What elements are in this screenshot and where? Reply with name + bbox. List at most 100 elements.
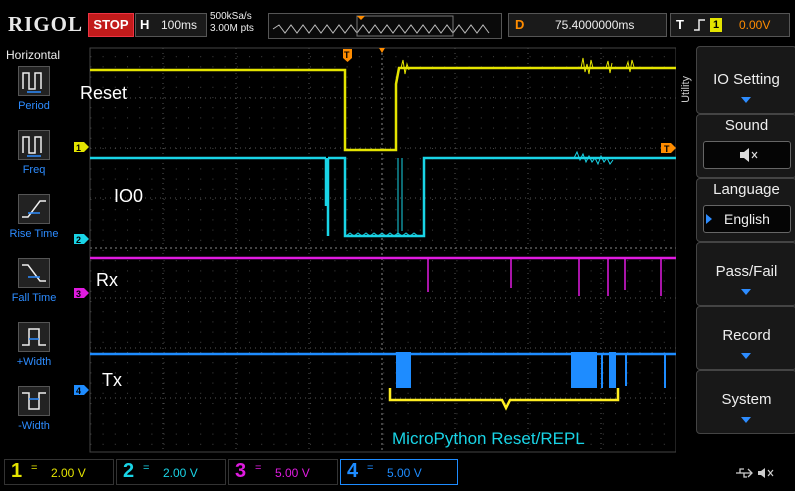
measure-rise-time[interactable]: Rise Time — [8, 192, 66, 250]
waveform-canvas: T 1 2 3 4 T Reset IO0 Rx Tx MicroPython … — [74, 47, 676, 453]
ch2-coupling-icon: = — [143, 462, 150, 474]
ch4-coupling-icon: = — [367, 462, 374, 474]
ch4-number: 4 — [347, 460, 359, 482]
timebase-box[interactable]: H 100ms — [135, 13, 207, 37]
svg-text:T: T — [664, 144, 670, 154]
usb-icon — [736, 468, 753, 478]
memory-position-bar[interactable] — [268, 13, 502, 39]
measure-period[interactable]: Period — [8, 64, 66, 122]
ch1-marker-icon: 1 — [74, 142, 89, 153]
ch2-number: 2 — [123, 460, 135, 482]
ch1-trace-label: Reset — [80, 83, 127, 103]
delay-label: D — [515, 17, 525, 32]
ch3-coupling-icon: = — [255, 462, 262, 474]
pos-width-icon — [18, 322, 50, 352]
ch3-number: 3 — [235, 460, 247, 482]
measure-freq[interactable]: Freq — [8, 128, 66, 186]
language-title: Language — [713, 181, 780, 198]
system-button[interactable]: System — [696, 370, 795, 434]
speaker-muted-icon — [740, 148, 758, 162]
utility-menu-panel: Utility IO Setting Sound Language Englis… — [680, 46, 795, 456]
pass-fail-label: Pass/Fail — [715, 263, 778, 280]
ch4-burst-1 — [396, 352, 411, 388]
ch3-status[interactable]: 3 = 5.00 V — [228, 459, 338, 485]
ch3-trace-label: Rx — [96, 270, 118, 290]
memory-waveform-overview — [272, 15, 490, 37]
trigger-time-marker-label: T — [344, 50, 350, 60]
neg-width-icon — [18, 386, 50, 416]
measure-neg-width-label: -Width — [18, 420, 50, 432]
graticule-dots — [90, 48, 676, 452]
svg-text:2: 2 — [76, 235, 81, 245]
ch2-marker-icon: 2 — [74, 234, 89, 245]
delay-value: 75.4000000ms — [555, 18, 635, 32]
record-label: Record — [722, 327, 771, 344]
svg-text:3: 3 — [76, 289, 81, 299]
chevron-down-icon — [741, 97, 751, 103]
ch2-trace-label: IO0 — [114, 186, 143, 206]
chevron-down-icon — [741, 353, 751, 359]
trigger-box[interactable]: T 1 0.00V — [670, 13, 790, 37]
ch4-marker-icon: 4 — [74, 385, 89, 396]
ch1-status[interactable]: 1 = 2.00 V — [4, 459, 114, 485]
ch1-coupling-icon: = — [31, 462, 38, 474]
utility-title: Utility — [680, 76, 692, 103]
measure-pos-width-label: +Width — [16, 356, 52, 368]
io-setting-label: IO Setting — [713, 71, 780, 88]
annotation-text: MicroPython Reset/REPL — [392, 429, 585, 448]
measure-fall-time-label: Fall Time — [11, 292, 57, 304]
svg-text:1: 1 — [76, 143, 81, 153]
timebase-value: 100ms — [161, 18, 198, 32]
delay-box[interactable]: D 75.4000000ms — [508, 13, 667, 37]
ch4-trace-label: Tx — [102, 370, 122, 390]
run-stop-indicator[interactable]: STOP — [88, 13, 134, 37]
pass-fail-button[interactable]: Pass/Fail — [696, 242, 795, 306]
measure-rise-time-label: Rise Time — [9, 228, 59, 240]
channel-status-bar: 1 = 2.00 V 2 = 2.00 V 3 = 5.00 V 4 = 5.0… — [0, 456, 795, 491]
ch3-marker-icon: 3 — [74, 288, 89, 299]
fall-time-icon — [18, 258, 50, 288]
waveform-display[interactable]: T 1 2 3 4 T Reset IO0 Rx Tx MicroPython … — [66, 46, 676, 456]
ch2-scale: 2.00 V — [163, 466, 198, 480]
trigger-level: 0.00V — [739, 18, 771, 32]
trigger-source: 1 — [710, 18, 722, 32]
ch1-number: 1 — [11, 460, 23, 482]
sound-button[interactable]: Sound — [696, 114, 795, 178]
speaker-muted-icon — [758, 468, 774, 478]
system-label: System — [721, 391, 772, 408]
horizontal-measure-panel: Horizontal Period Freq Rise Time Fall Ti… — [0, 46, 66, 456]
record-button[interactable]: Record — [696, 306, 795, 370]
ch4-burst-3 — [609, 352, 616, 388]
memory-depth: 3.00M pts — [210, 23, 254, 34]
language-button[interactable]: Language English — [696, 178, 795, 242]
ch4-status[interactable]: 4 = 5.00 V — [340, 459, 458, 485]
ch4-burst-2 — [571, 352, 597, 388]
svg-text:4: 4 — [76, 386, 81, 396]
ch4-scale: 5.00 V — [387, 466, 422, 480]
ch3-scale: 5.00 V — [275, 466, 310, 480]
rising-edge-icon — [694, 19, 705, 31]
measure-fall-time[interactable]: Fall Time — [8, 256, 66, 314]
language-select[interactable]: English — [703, 205, 791, 233]
language-value: English — [724, 211, 770, 227]
period-icon — [18, 66, 50, 96]
sample-rate: 500kSa/s — [210, 11, 252, 22]
timebase-label: H — [140, 17, 150, 32]
measure-neg-width[interactable]: -Width — [8, 384, 66, 442]
sound-title: Sound — [724, 117, 769, 134]
status-icons — [734, 465, 778, 484]
measure-freq-label: Freq — [22, 164, 46, 176]
chevron-down-icon — [741, 417, 751, 423]
chevron-down-icon — [741, 289, 751, 295]
rise-time-icon — [18, 194, 50, 224]
trigger-position-marker-icon — [357, 16, 365, 20]
measure-period-label: Period — [18, 100, 50, 112]
horizontal-title: Horizontal — [6, 48, 61, 62]
sound-toggle[interactable] — [703, 141, 791, 169]
ch2-status[interactable]: 2 = 2.00 V — [116, 459, 226, 485]
top-status-bar: RIGOL STOP H 100ms 500kSa/s 3.00M pts D … — [0, 0, 795, 46]
brand-logo: RIGOL — [8, 12, 84, 36]
measure-pos-width[interactable]: +Width — [8, 320, 66, 378]
freq-icon — [18, 130, 50, 160]
io-setting-button[interactable]: IO Setting — [696, 46, 795, 114]
